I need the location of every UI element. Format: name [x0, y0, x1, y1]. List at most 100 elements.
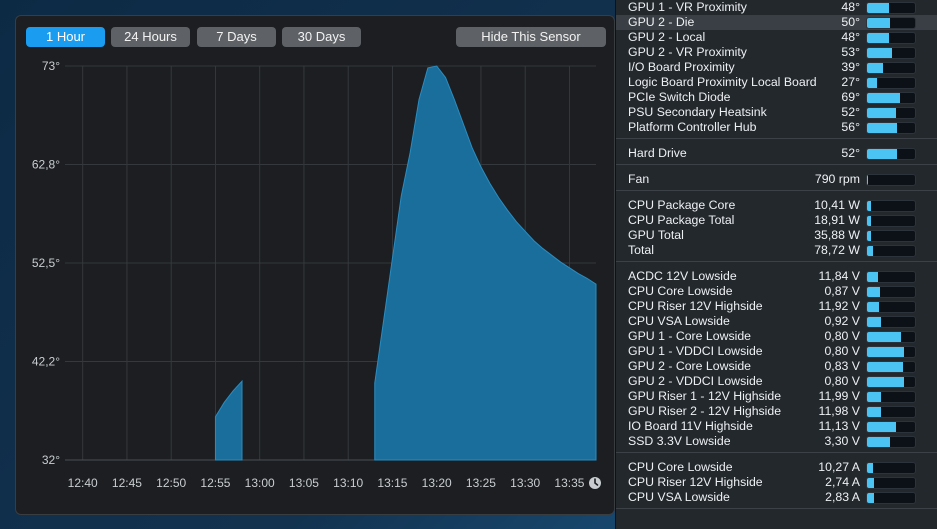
sensor-group: Fan 790 rpm	[616, 165, 937, 191]
x-tick-label: 12:50	[156, 476, 186, 490]
sensor-row[interactable]: IO Board 11V Highside 11,13 V	[616, 419, 937, 434]
sensor-level-fill	[867, 347, 905, 357]
sensor-level-bar	[866, 361, 916, 373]
sensor-row[interactable]: PCIe Switch Diode 69°	[616, 90, 937, 105]
clock-icon[interactable]	[588, 476, 602, 490]
sensor-name: IO Board 11V Highside	[628, 419, 753, 433]
y-tick-label: 62,8°	[32, 158, 60, 172]
sensor-row[interactable]: GPU 2 - Die 50°	[616, 15, 937, 30]
sensor-value: 35,88 W	[814, 228, 860, 242]
sensor-value: 39°	[841, 60, 860, 74]
sensor-name: CPU VSA Lowside	[628, 314, 730, 328]
sensor-level-bar	[866, 77, 916, 89]
sensor-level-bar	[866, 436, 916, 448]
x-tick-label: 13:35	[554, 476, 584, 490]
sensor-name: GPU 1 - VDDCI Lowside	[628, 344, 763, 358]
sensor-value: 11,98 V	[818, 404, 860, 418]
sensor-value: 0,83 V	[824, 359, 860, 373]
sensor-level-fill	[867, 377, 905, 387]
sensor-group: Hard Drive 52°	[616, 139, 937, 165]
sensor-history-window: 1 Hour 24 Hours 7 Days 30 Days Hide This…	[15, 15, 615, 515]
sensor-value: 10,41 W	[814, 198, 860, 212]
sensor-level-bar	[866, 122, 916, 134]
sensor-value: 11,84 V	[818, 269, 860, 283]
sensor-row[interactable]: I/O Board Proximity 39°	[616, 60, 937, 75]
sensor-name: SSD 3.3V Lowside	[628, 434, 731, 448]
sensor-name: CPU Core Lowside	[628, 284, 733, 298]
sensor-group: CPU Package Core 10,41 W CPU Package Total…	[616, 191, 937, 262]
sensor-row[interactable]: Total 78,72 W	[616, 243, 937, 258]
sensor-row[interactable]: ACDC 12V Lowside 11,84 V	[616, 269, 937, 284]
sensor-row[interactable]: CPU Package Core 10,41 W	[616, 198, 937, 213]
sensor-name: GPU 2 - Local	[628, 30, 706, 44]
sensor-name: CPU Package Core	[628, 198, 736, 212]
sensor-row[interactable]: GPU Total 35,88 W	[616, 228, 937, 243]
sensor-row[interactable]: GPU 2 - Core Lowside 0,83 V	[616, 359, 937, 374]
x-tick-label: 12:40	[68, 476, 98, 490]
sensor-level-bar	[866, 331, 916, 343]
sensor-value: 11,13 V	[818, 419, 860, 433]
x-tick-label: 13:30	[510, 476, 540, 490]
sensor-level-fill	[867, 493, 874, 503]
sensor-level-fill	[867, 422, 896, 432]
sensor-name: GPU Riser 2 - 12V Highside	[628, 404, 782, 418]
sensor-row[interactable]: GPU 2 - VDDCI Lowside 0,80 V	[616, 374, 937, 389]
sensor-level-fill	[867, 317, 882, 327]
sensor-name: GPU 2 - Die	[628, 15, 695, 29]
sensor-name: CPU Riser 12V Highside	[628, 299, 763, 313]
sensor-row[interactable]: Hard Drive 52°	[616, 146, 937, 161]
sensor-row[interactable]: Fan 790 rpm	[616, 172, 937, 187]
sensor-level-bar	[866, 286, 916, 298]
sensor-row[interactable]: PSU Secondary Heatsink 52°	[616, 105, 937, 120]
sensor-row[interactable]: CPU Core Lowside 0,87 V	[616, 284, 937, 299]
sensor-level-bar	[866, 32, 916, 44]
sensor-value: 53°	[841, 45, 860, 59]
sensor-row[interactable]: GPU Riser 2 - 12V Highside 11,98 V	[616, 404, 937, 419]
sensor-row[interactable]: CPU Package Total 18,91 W	[616, 213, 937, 228]
sensor-row[interactable]: GPU 2 - VR Proximity 53°	[616, 45, 937, 60]
x-tick-label: 13:20	[422, 476, 452, 490]
sensor-value: 10,27 A	[818, 460, 860, 474]
sensor-row[interactable]: CPU VSA Lowside 2,83 A	[616, 490, 937, 505]
sensor-row[interactable]: Logic Board Proximity Local Board 27°	[616, 75, 937, 90]
sensor-name: GPU 1 - VR Proximity	[628, 0, 747, 14]
temperature-area-segment-1	[214, 379, 243, 461]
x-tick-label: 12:45	[112, 476, 142, 490]
sensor-level-fill	[867, 93, 900, 103]
sensor-row[interactable]: CPU Riser 12V Highside 2,74 A	[616, 475, 937, 490]
sensor-level-bar	[866, 47, 916, 59]
sensor-value: 0,87 V	[824, 284, 860, 298]
sensor-row[interactable]: CPU Riser 12V Highside 11,92 V	[616, 299, 937, 314]
sensor-name: CPU Package Total	[628, 213, 735, 227]
sensor-value: 0,92 V	[824, 314, 860, 328]
sensor-level-fill	[867, 407, 882, 417]
sensor-name: PCIe Switch Diode	[628, 90, 731, 104]
sensor-value: 790 rpm	[814, 172, 860, 186]
sensor-level-bar	[866, 200, 916, 212]
sensor-value: 11,92 V	[818, 299, 860, 313]
sensor-level-bar	[866, 245, 916, 257]
sensor-level-fill	[867, 362, 903, 372]
sensor-row[interactable]: GPU 2 - Local 48°	[616, 30, 937, 45]
sensor-row[interactable]: Platform Controller Hub 56°	[616, 120, 937, 135]
sensor-level-fill	[867, 216, 871, 226]
sensor-row[interactable]: GPU 1 - VDDCI Lowside 0,80 V	[616, 344, 937, 359]
sensor-level-fill	[867, 246, 873, 256]
sensor-row[interactable]: GPU 1 - Core Lowside 0,80 V	[616, 329, 937, 344]
sensor-value: 3,30 V	[824, 434, 860, 448]
sensor-level-fill	[867, 287, 881, 297]
sensor-row[interactable]: GPU 1 - VR Proximity 48°	[616, 0, 937, 15]
sensor-row[interactable]: CPU VSA Lowside 0,92 V	[616, 314, 937, 329]
sensor-row[interactable]: CPU Core Lowside 10,27 A	[616, 460, 937, 475]
sensor-level-fill	[867, 78, 877, 88]
sensor-level-fill	[867, 3, 889, 13]
x-tick-label: 13:25	[466, 476, 496, 490]
sensor-level-fill	[867, 175, 868, 185]
sensor-row[interactable]: SSD 3.3V Lowside 3,30 V	[616, 434, 937, 449]
sensor-name: GPU 2 - VDDCI Lowside	[628, 374, 763, 388]
sensor-name: I/O Board Proximity	[628, 60, 735, 74]
sensor-group: ACDC 12V Lowside 11,84 V CPU Core Lowside 0…	[616, 262, 937, 453]
sensor-name: GPU Riser 1 - 12V Highside	[628, 389, 782, 403]
sensor-level-bar	[866, 148, 916, 160]
sensor-row[interactable]: GPU Riser 1 - 12V Highside 11,99 V	[616, 389, 937, 404]
